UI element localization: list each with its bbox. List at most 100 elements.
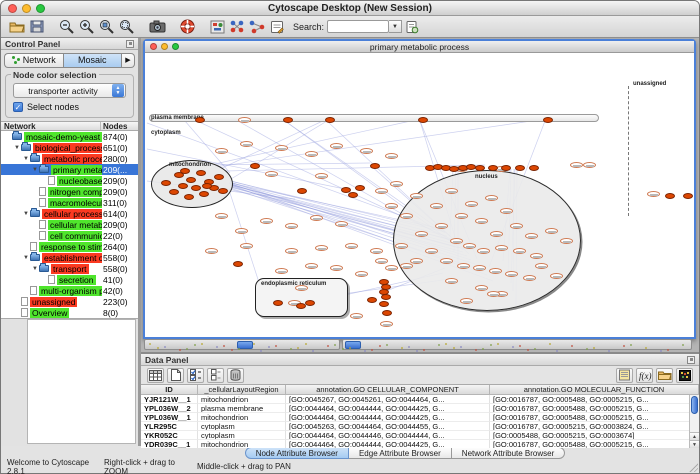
network-node-selected[interactable] bbox=[488, 165, 498, 171]
network-node-selected[interactable] bbox=[381, 294, 391, 300]
network-node-selected[interactable] bbox=[202, 183, 212, 189]
col-header-molecular-function[interactable]: annotation.GO MOLECULAR_FUNCTION bbox=[490, 385, 699, 395]
tab-mosaic[interactable]: Mosaic bbox=[63, 53, 123, 68]
network-node-unselected[interactable] bbox=[477, 248, 490, 254]
network-edge[interactable] bbox=[215, 119, 545, 167]
network-node-selected[interactable] bbox=[196, 170, 206, 176]
network-node-unselected[interactable] bbox=[450, 238, 463, 244]
tree-row[interactable]: ▼cellular process614(0) bbox=[1, 208, 138, 219]
network-node-unselected[interactable] bbox=[463, 243, 476, 249]
network-node-unselected[interactable] bbox=[510, 223, 523, 229]
network-node-unselected[interactable] bbox=[305, 263, 318, 269]
network-node-unselected[interactable] bbox=[275, 145, 288, 151]
delete-attribute-icon[interactable] bbox=[227, 368, 244, 383]
view-close-button[interactable] bbox=[150, 43, 157, 50]
network-node-unselected[interactable] bbox=[315, 245, 328, 251]
tree-row[interactable]: ▼biological_process651(0) bbox=[1, 142, 138, 153]
network-node-unselected[interactable] bbox=[535, 263, 548, 269]
table-row[interactable]: YPL036W__2plasma membrane[GO:0044464, GO… bbox=[141, 404, 699, 413]
tree-row[interactable]: cellular metabo209(0) bbox=[1, 219, 138, 230]
network-node-unselected[interactable] bbox=[475, 285, 488, 291]
network-node-unselected[interactable] bbox=[385, 265, 398, 271]
network-node-selected[interactable] bbox=[214, 174, 224, 180]
zoom-button[interactable] bbox=[36, 4, 45, 13]
network-node-unselected[interactable] bbox=[495, 245, 508, 251]
tree-row[interactable]: response to stimulu264(0) bbox=[1, 241, 138, 252]
network-node-unselected[interactable] bbox=[583, 162, 596, 168]
network-node-unselected[interactable] bbox=[425, 248, 438, 254]
network-node-unselected[interactable] bbox=[215, 213, 228, 219]
network-node-unselected[interactable] bbox=[445, 188, 458, 194]
network-node-unselected[interactable] bbox=[310, 215, 323, 221]
network-view-window[interactable]: primary metabolic process plasma membran… bbox=[143, 39, 696, 339]
network-node-unselected[interactable] bbox=[370, 248, 383, 254]
tree-row[interactable]: macromolecule311(0) bbox=[1, 197, 138, 208]
zoom-out-icon[interactable] bbox=[57, 18, 77, 36]
network-node-unselected[interactable] bbox=[330, 265, 343, 271]
network-node-unselected[interactable] bbox=[410, 193, 423, 199]
zoom-in-icon[interactable] bbox=[77, 18, 97, 36]
network-node-unselected[interactable] bbox=[489, 268, 502, 274]
network-node-unselected[interactable] bbox=[355, 271, 368, 277]
minimized-window-bar[interactable] bbox=[144, 339, 340, 350]
open-attributes-icon[interactable] bbox=[656, 368, 673, 383]
tab-network[interactable]: Network bbox=[4, 53, 63, 68]
node-color-dropdown[interactable]: transporter activity ▲▼ bbox=[13, 83, 126, 98]
snapshot-icon[interactable] bbox=[147, 18, 167, 36]
network-node-unselected[interactable] bbox=[275, 268, 288, 274]
float-panel-icon[interactable] bbox=[687, 356, 695, 364]
select-nodes-checkbox[interactable]: ✓ bbox=[13, 102, 23, 112]
table-row[interactable]: YJR121W__1mitochondrion[GO:0045267, GO:0… bbox=[141, 395, 699, 404]
minimized-window-bar[interactable] bbox=[342, 339, 692, 350]
network-node-unselected[interactable] bbox=[360, 148, 373, 154]
tab-network-attribute-browser[interactable]: Network Attribute Browser bbox=[452, 447, 565, 459]
network-node-unselected[interactable] bbox=[455, 213, 468, 219]
layout-icon-1[interactable] bbox=[227, 18, 247, 36]
network-node-selected[interactable] bbox=[233, 261, 243, 267]
float-panel-icon[interactable] bbox=[126, 40, 134, 48]
scroll-up-icon[interactable]: ▲ bbox=[690, 432, 699, 440]
network-node-selected[interactable] bbox=[325, 117, 335, 123]
tree-row[interactable]: nitrogen compo209(0) bbox=[1, 186, 138, 197]
network-node-selected[interactable] bbox=[191, 185, 201, 191]
network-node-unselected[interactable] bbox=[238, 117, 251, 123]
network-node-selected[interactable] bbox=[382, 310, 392, 316]
tree-row[interactable]: unassigned223(0) bbox=[1, 296, 138, 307]
network-node-unselected[interactable] bbox=[560, 238, 573, 244]
network-node-unselected[interactable] bbox=[460, 298, 473, 304]
network-node-selected[interactable] bbox=[250, 163, 260, 169]
network-node-unselected[interactable] bbox=[440, 258, 453, 264]
search-options-icon[interactable] bbox=[402, 18, 422, 36]
network-node-selected[interactable] bbox=[475, 165, 485, 171]
network-node-unselected[interactable] bbox=[385, 153, 398, 159]
network-node-unselected[interactable] bbox=[410, 258, 423, 264]
network-node-selected[interactable] bbox=[418, 117, 428, 123]
network-node-unselected[interactable] bbox=[285, 223, 298, 229]
network-node-unselected[interactable] bbox=[530, 253, 543, 259]
network-node-unselected[interactable] bbox=[490, 231, 503, 237]
network-node-unselected[interactable] bbox=[240, 243, 253, 249]
network-node-unselected[interactable] bbox=[390, 181, 403, 187]
network-node-unselected[interactable] bbox=[523, 275, 536, 281]
network-node-selected[interactable] bbox=[367, 297, 377, 303]
network-node-selected[interactable] bbox=[529, 165, 539, 171]
table-scrollbar[interactable]: ▲ ▼ bbox=[689, 395, 699, 448]
tree-row[interactable]: Overview8(0) bbox=[1, 307, 138, 318]
resize-grip[interactable] bbox=[688, 462, 698, 472]
network-node-selected[interactable] bbox=[180, 168, 190, 174]
network-node-selected[interactable] bbox=[379, 301, 389, 307]
network-node-selected[interactable] bbox=[186, 177, 196, 183]
tree-row[interactable]: ▼metabolic process280(0) bbox=[1, 153, 138, 164]
network-node-unselected[interactable] bbox=[400, 263, 413, 269]
network-node-selected[interactable] bbox=[169, 189, 179, 195]
network-node-unselected[interactable] bbox=[265, 171, 278, 177]
network-node-unselected[interactable] bbox=[350, 313, 363, 319]
network-node-unselected[interactable] bbox=[475, 218, 488, 224]
view-minimize-button[interactable] bbox=[161, 43, 168, 50]
expander-icon[interactable]: ▼ bbox=[22, 255, 30, 261]
network-node-selected[interactable] bbox=[683, 193, 693, 199]
network-node-selected[interactable] bbox=[515, 165, 525, 171]
network-node-unselected[interactable] bbox=[525, 233, 538, 239]
network-node-unselected[interactable] bbox=[240, 141, 253, 147]
network-node-unselected[interactable] bbox=[375, 188, 388, 194]
